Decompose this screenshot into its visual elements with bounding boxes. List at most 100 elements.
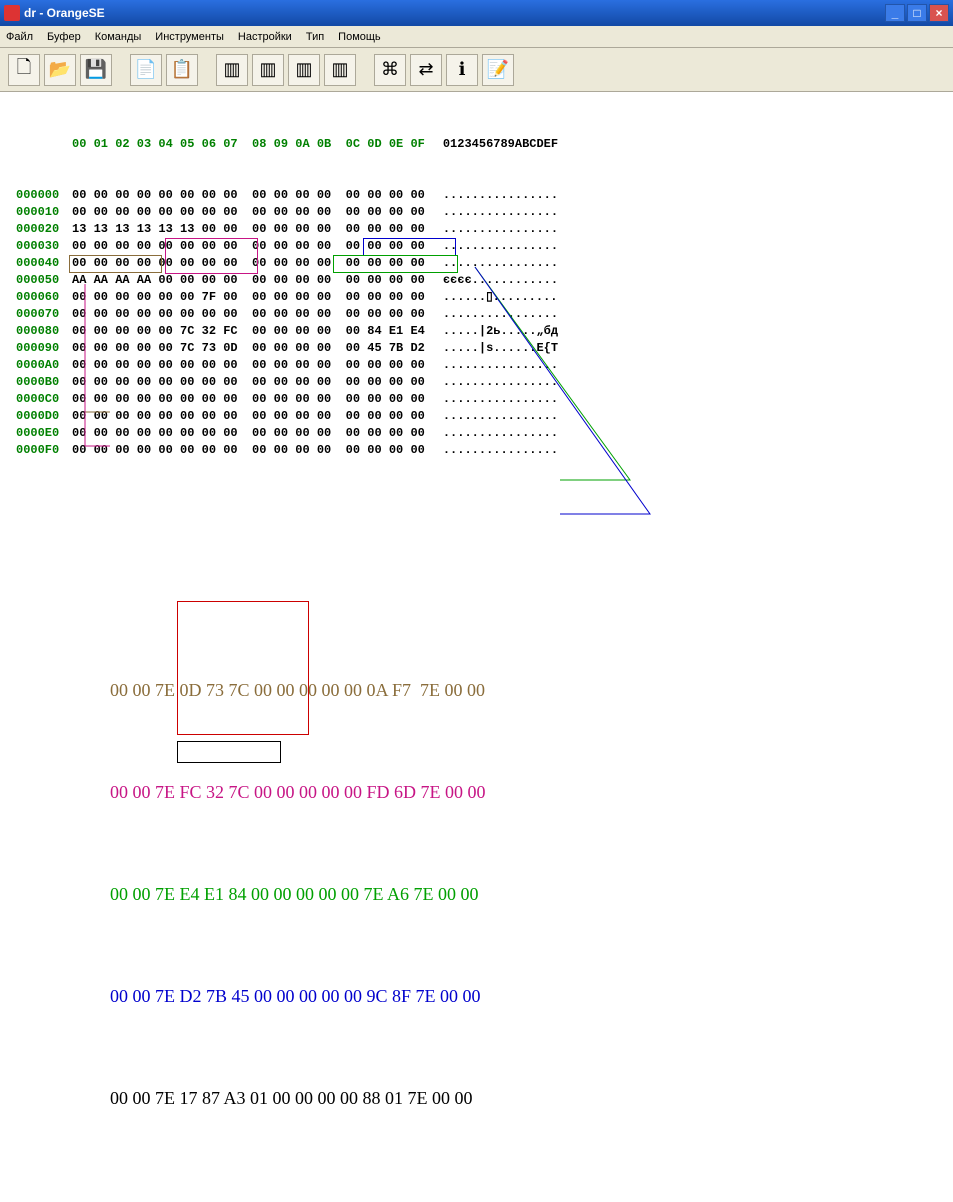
row-bytes[interactable]: AA AA AA AA 00 00 00 00 00 00 00 00 00 0… [72, 272, 425, 289]
window-titlebar: dr - OrangeSE _ □ × [0, 0, 953, 26]
row-bytes[interactable]: 00 00 00 00 00 00 00 00 00 00 00 00 00 0… [72, 187, 425, 204]
row-ascii: .....|2ь.....„бд [443, 323, 558, 340]
row-ascii: ................ [443, 391, 558, 408]
hex-row[interactable]: 0000C000 00 00 00 00 00 00 00 00 00 00 0… [16, 391, 953, 408]
new-icon[interactable]: 🗋 [8, 54, 40, 86]
minimize-button[interactable]: _ [885, 4, 905, 22]
menu-bar: Файл Буфер Команды Инструменты Настройки Тип П… [0, 26, 953, 48]
row-offset: 000030 [16, 238, 72, 255]
row-offset: 000010 [16, 204, 72, 221]
hex-row[interactable]: 00000000 00 00 00 00 00 00 00 00 00 00 0… [16, 187, 953, 204]
row-ascii: ................ [443, 187, 558, 204]
row-offset: 0000E0 [16, 425, 72, 442]
overlay-black [177, 741, 281, 763]
row-offset: 000080 [16, 323, 72, 340]
overlay-red [177, 601, 309, 735]
info-icon[interactable]: ℹ [446, 54, 478, 86]
row-bytes[interactable]: 00 00 00 00 00 00 00 00 00 00 00 00 00 0… [72, 357, 425, 374]
row-ascii: ................ [443, 357, 558, 374]
row-ascii: єєєє............ [443, 272, 558, 289]
hex-row[interactable]: 0000A000 00 00 00 00 00 00 00 00 00 00 0… [16, 357, 953, 374]
row-bytes[interactable]: 00 00 00 00 00 00 00 00 00 00 00 00 00 0… [72, 374, 425, 391]
row-ascii: ................ [443, 425, 558, 442]
row-bytes[interactable]: 00 00 00 00 00 00 00 00 00 00 00 00 00 0… [72, 306, 425, 323]
menu-тип[interactable]: Тип [306, 31, 324, 43]
chip-d-icon[interactable]: ▥ [324, 54, 356, 86]
row-offset: 000050 [16, 272, 72, 289]
toolbar: 🗋📂💾📄📋▥▥▥▥⌘⇄ℹ📝 [0, 48, 953, 92]
hex-row[interactable]: 00007000 00 00 00 00 00 00 00 00 00 00 0… [16, 306, 953, 323]
paste-icon[interactable]: 📋 [166, 54, 198, 86]
row-offset: 000040 [16, 255, 72, 272]
row-bytes[interactable]: 00 00 00 00 00 7C 73 0D 00 00 00 00 00 4… [72, 340, 425, 357]
row-offset: 0000F0 [16, 442, 72, 459]
copy-icon[interactable]: 📄 [130, 54, 162, 86]
row-ascii: ................ [443, 408, 558, 425]
row-ascii: ................ [443, 306, 558, 323]
hex-row[interactable]: 00002013 13 13 13 13 13 00 00 00 00 00 0… [16, 221, 953, 238]
open-icon[interactable]: 📂 [44, 54, 76, 86]
row-bytes[interactable]: 13 13 13 13 13 13 00 00 00 00 00 00 00 0… [72, 221, 425, 238]
row-offset: 000000 [16, 187, 72, 204]
hex-row[interactable]: 00009000 00 00 00 00 7C 73 0D 00 00 00 0… [16, 340, 953, 357]
row-ascii: ................ [443, 442, 558, 459]
hex-row[interactable]: 0000E000 00 00 00 00 00 00 00 00 00 00 0… [16, 425, 953, 442]
chip-a-icon[interactable]: ▥ [216, 54, 248, 86]
hex-row[interactable]: 00008000 00 00 00 00 7C 32 FC 00 00 00 0… [16, 323, 953, 340]
hex-row[interactable]: 00004000 00 00 00 00 00 00 00 00 00 00 0… [16, 255, 953, 272]
row-bytes[interactable]: 00 00 00 00 00 00 00 00 00 00 00 00 00 0… [72, 204, 425, 221]
row-offset: 0000B0 [16, 374, 72, 391]
hex-header-ascii: 0123456789ABCDEF [443, 136, 558, 153]
row-offset: 000070 [16, 306, 72, 323]
row-ascii: ................ [443, 221, 558, 238]
row-offset: 000020 [16, 221, 72, 238]
app-icon [4, 5, 20, 21]
row-bytes[interactable]: 00 00 00 00 00 00 00 00 00 00 00 00 00 0… [72, 238, 425, 255]
board-icon[interactable]: ⌘ [374, 54, 406, 86]
annot-line-2: 00 00 7E FC 32 7C 00 00 00 00 00 FD 6D 7… [110, 775, 953, 809]
row-offset: 0000C0 [16, 391, 72, 408]
annot-line-3: 00 00 7E E4 E1 84 00 00 00 00 00 7E A6 7… [110, 877, 953, 911]
chip-b-icon[interactable]: ▥ [252, 54, 284, 86]
row-ascii: ................ [443, 238, 558, 255]
row-offset: 000090 [16, 340, 72, 357]
menu-инструменты[interactable]: Инструменты [155, 31, 224, 43]
menu-файл[interactable]: Файл [6, 31, 33, 43]
save-icon[interactable]: 💾 [80, 54, 112, 86]
row-bytes[interactable]: 00 00 00 00 00 00 00 00 00 00 00 00 00 0… [72, 408, 425, 425]
menu-команды[interactable]: Команды [95, 31, 142, 43]
hex-row[interactable]: 0000D000 00 00 00 00 00 00 00 00 00 00 0… [16, 408, 953, 425]
menu-помощь[interactable]: Помощь [338, 31, 381, 43]
row-ascii: ......▯......... [443, 289, 558, 306]
hex-row[interactable]: 0000F000 00 00 00 00 00 00 00 00 00 00 0… [16, 442, 953, 459]
row-ascii: .....|s......E{Т [443, 340, 558, 357]
hex-header-bytes: 00 01 02 03 04 05 06 07 08 09 0A 0B 0C 0… [72, 137, 425, 151]
row-ascii: ................ [443, 255, 558, 272]
link-icon[interactable]: ⇄ [410, 54, 442, 86]
window-title: dr - OrangeSE [24, 6, 105, 20]
row-bytes[interactable]: 00 00 00 00 00 00 7F 00 00 00 00 00 00 0… [72, 289, 425, 306]
hex-row[interactable]: 000050AA AA AA AA 00 00 00 00 00 00 00 0… [16, 272, 953, 289]
menu-настройки[interactable]: Настройки [238, 31, 292, 43]
hex-editor[interactable]: 00 01 02 03 04 05 06 07 08 09 0A 0B 0C 0… [0, 92, 953, 599]
hex-row[interactable]: 00003000 00 00 00 00 00 00 00 00 00 00 0… [16, 238, 953, 255]
row-bytes[interactable]: 00 00 00 00 00 00 00 00 00 00 00 00 00 0… [72, 442, 425, 459]
menu-буфер[interactable]: Буфер [47, 31, 81, 43]
maximize-button[interactable]: □ [907, 4, 927, 22]
annot-line-4: 00 00 7E D2 7B 45 00 00 00 00 00 9C 8F 7… [110, 979, 953, 1013]
annot-line-5: 00 00 7E 17 87 A3 01 00 00 00 00 88 01 7… [110, 1081, 953, 1115]
annotation-block: 00 00 7E 0D 73 7C 00 00 00 00 00 0A F7 7… [0, 599, 953, 1202]
close-button[interactable]: × [929, 4, 949, 22]
hex-row[interactable]: 00001000 00 00 00 00 00 00 00 00 00 00 0… [16, 204, 953, 221]
row-bytes[interactable]: 00 00 00 00 00 00 00 00 00 00 00 00 00 0… [72, 255, 425, 272]
row-offset: 0000A0 [16, 357, 72, 374]
row-bytes[interactable]: 00 00 00 00 00 00 00 00 00 00 00 00 00 0… [72, 425, 425, 442]
row-bytes[interactable]: 00 00 00 00 00 00 00 00 00 00 00 00 00 0… [72, 391, 425, 408]
annot-line-1: 00 00 7E 0D 73 7C 00 00 00 00 00 0A F7 7… [110, 673, 953, 707]
row-offset: 000060 [16, 289, 72, 306]
chip-c-icon[interactable]: ▥ [288, 54, 320, 86]
doc-icon[interactable]: 📝 [482, 54, 514, 86]
hex-row[interactable]: 0000B000 00 00 00 00 00 00 00 00 00 00 0… [16, 374, 953, 391]
hex-row[interactable]: 00006000 00 00 00 00 00 7F 00 00 00 00 0… [16, 289, 953, 306]
row-bytes[interactable]: 00 00 00 00 00 7C 32 FC 00 00 00 00 00 8… [72, 323, 425, 340]
